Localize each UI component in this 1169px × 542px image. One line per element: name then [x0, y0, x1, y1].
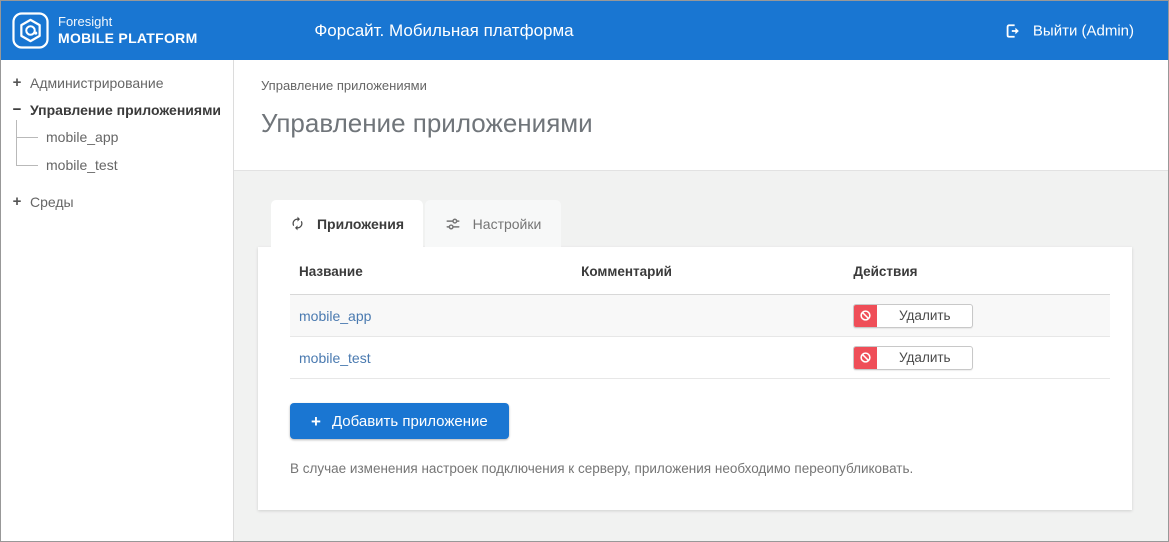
expand-plus-icon[interactable]: + — [10, 193, 24, 210]
page-header-strip: Управление приложениями Управление прило… — [234, 60, 1168, 171]
brand-line2: MOBILE PLATFORM — [58, 29, 198, 46]
logout-icon — [1006, 23, 1019, 38]
page-title: Управление приложениями — [261, 108, 593, 138]
sidebar-item-environments[interactable]: + Среды — [1, 188, 233, 215]
tab-label: Настройки — [472, 215, 542, 232]
tab-bar: Приложения Настройки — [271, 200, 1168, 247]
sidebar-children: mobile_app mobile_test — [1, 120, 233, 179]
sidebar-item-label: Среды — [30, 193, 74, 210]
republish-note: В случае изменения настроек подключения … — [290, 461, 914, 476]
expand-plus-icon[interactable]: + — [10, 74, 24, 91]
sidebar-item-mobile-app[interactable]: mobile_app — [1, 123, 233, 151]
brand-text: Foresight MOBILE PLATFORM — [58, 14, 198, 48]
foresight-logo-icon — [12, 12, 49, 49]
plus-icon: + — [311, 411, 321, 431]
applications-card: Название Комментарий Действия mobile_app — [258, 247, 1132, 510]
prohibition-icon — [854, 304, 878, 327]
delete-button-label: Удалить — [899, 308, 951, 323]
app-title: Форсайт. Мобильная платформа — [314, 20, 574, 40]
sidebar-item-label: Администрирование — [30, 74, 164, 91]
main-content: Управление приложениями Управление прило… — [234, 60, 1168, 541]
sidebar-item-app-management[interactable]: − Управление приложениями — [1, 96, 233, 123]
sidebar-item-label: Управление приложениями — [30, 101, 222, 118]
body-row: + Администрирование − Управление приложе… — [1, 60, 1168, 541]
logout-button[interactable]: Выйти (Admin) — [1004, 22, 1134, 39]
add-application-label: Добавить приложение — [331, 412, 488, 430]
table-row: mobile_app Удалить — [290, 295, 1110, 337]
app-link-mobile-app[interactable]: mobile_app — [299, 308, 371, 324]
table-header: Название Комментарий Действия — [290, 247, 1110, 295]
add-application-button[interactable]: + Добавить приложение — [290, 403, 509, 439]
brand-line1: Foresight — [58, 13, 113, 29]
column-header-name: Название — [299, 264, 363, 279]
brand-logo[interactable]: Foresight MOBILE PLATFORM — [12, 12, 198, 49]
app-window: Foresight MOBILE PLATFORM Форсайт. Мобил… — [0, 0, 1169, 542]
refresh-icon — [292, 216, 303, 231]
table-row: mobile_test Удалить — [290, 337, 1110, 379]
delete-button-label: Удалить — [899, 350, 951, 365]
column-header-comment: Комментарий — [581, 264, 672, 279]
tab-label: Приложения — [316, 215, 405, 232]
tab-settings[interactable]: Настройки — [425, 200, 561, 247]
app-header: Foresight MOBILE PLATFORM Форсайт. Мобил… — [1, 1, 1168, 60]
column-header-actions: Действия — [853, 264, 918, 279]
delete-button[interactable]: Удалить — [853, 303, 974, 328]
sidebar-tree: + Администрирование − Управление приложе… — [1, 60, 234, 541]
collapse-minus-icon[interactable]: − — [10, 101, 24, 118]
logout-label: Выйти (Admin) — [1032, 22, 1134, 39]
prohibition-icon — [854, 346, 878, 369]
breadcrumb: Управление приложениями — [261, 78, 427, 93]
delete-button[interactable]: Удалить — [853, 345, 974, 370]
sidebar-item-administration[interactable]: + Администрирование — [1, 69, 233, 96]
tab-applications[interactable]: Приложения — [271, 200, 423, 247]
sidebar-item-mobile-test[interactable]: mobile_test — [1, 151, 233, 179]
app-link-mobile-test[interactable]: mobile_test — [299, 350, 371, 366]
sliders-icon — [446, 218, 460, 229]
